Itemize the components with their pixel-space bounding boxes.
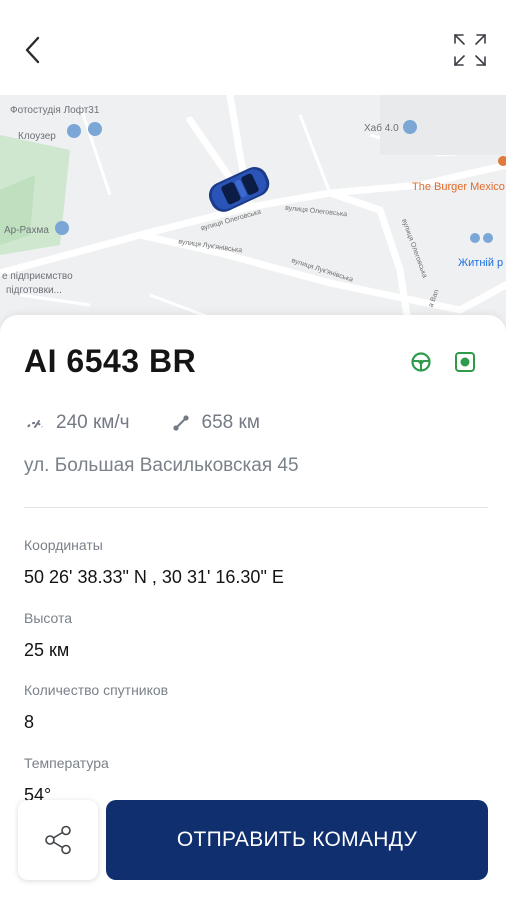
map-label-burger: The Burger Mexico — [412, 181, 505, 193]
map-label-enterprise: е підприємство — [2, 271, 73, 282]
satellites-label: Количество спутников — [24, 682, 169, 698]
speed-value: 240 км/ч — [56, 412, 130, 433]
altitude-value: 25 км — [24, 640, 70, 660]
coordinates-value: 50 26' 38.33" N , 30 31' 16.30" E — [24, 567, 284, 587]
fullscreen-icon — [454, 34, 486, 66]
vehicle-address: ул. Большая Васильковская 45 — [24, 455, 299, 476]
map-label-ar-rahma: Ар-Рахма — [4, 225, 49, 236]
map-view[interactable]: Фотостудія Лофт31 Клоузер Хаб 4.0 The Bu… — [0, 95, 506, 335]
altitude-label: Высота — [24, 610, 73, 626]
coordinates-label: Координаты — [24, 537, 103, 553]
route-icon — [172, 415, 189, 431]
top-bar — [0, 0, 506, 100]
mileage-stat: 658 км — [170, 412, 260, 434]
back-button[interactable] — [18, 30, 48, 70]
speed-stat: 240 км/ч — [24, 412, 130, 434]
online-status-icon — [455, 352, 475, 372]
temperature-label: Температура — [24, 755, 109, 771]
share-button[interactable] — [18, 800, 98, 880]
map-label-hub: Хаб 4.0 — [364, 123, 399, 134]
vehicle-plate: AI 6543 BR — [24, 343, 197, 379]
vehicle-stats: 240 км/ч 658 км — [24, 411, 300, 435]
chevron-left-icon — [25, 36, 40, 64]
send-command-button[interactable]: ОТПРАВИТЬ КОМАНДУ — [106, 800, 488, 880]
divider — [24, 507, 488, 508]
steering-wheel-icon[interactable] — [410, 351, 432, 373]
map-label-training: підготовки... — [6, 285, 62, 296]
share-icon — [45, 825, 71, 855]
satellites-value: 8 — [24, 712, 35, 732]
map-label-residential: Житній р — [458, 257, 504, 269]
mileage-value: 658 км — [201, 412, 260, 433]
map-label-photo-studio: Фотостудія Лофт31 — [10, 105, 100, 116]
map-label-klouzer: Клоузер — [18, 131, 56, 142]
speedometer-icon — [27, 420, 43, 428]
fullscreen-button[interactable] — [452, 32, 488, 68]
